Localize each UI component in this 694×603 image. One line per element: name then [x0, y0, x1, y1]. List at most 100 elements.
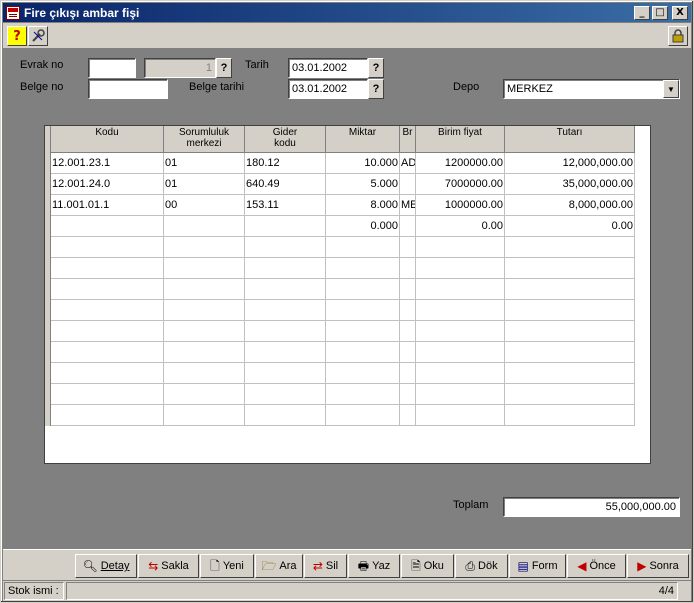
grid-cell-birim[interactable] — [416, 342, 505, 363]
belge-tarihi-lookup-button[interactable]: ? — [368, 79, 384, 99]
grid-cell-tutar[interactable] — [505, 258, 635, 279]
grid-cell-br[interactable] — [400, 363, 416, 384]
grid-cell-kodu[interactable] — [51, 279, 164, 300]
grid-cell-br[interactable]: AD — [400, 153, 416, 174]
tarih-lookup-button[interactable]: ? — [368, 58, 384, 78]
grid-cell-sorumluluk[interactable] — [164, 258, 245, 279]
once-button[interactable]: ◀ Önce — [567, 554, 626, 578]
grid-cell-br[interactable]: ME — [400, 195, 416, 216]
grid-cell-birim[interactable] — [416, 279, 505, 300]
grid-cell-miktar[interactable] — [326, 279, 400, 300]
grid-cell-tutar[interactable] — [505, 384, 635, 405]
form-button[interactable]: ▤ Form — [509, 554, 566, 578]
grid-cell-birim[interactable] — [416, 405, 505, 426]
grid-cell-sorumluluk[interactable]: 01 — [164, 153, 245, 174]
grid-cell-sorumluluk[interactable]: 01 — [164, 174, 245, 195]
grid-cell-birim[interactable] — [416, 321, 505, 342]
evrak-no-field[interactable] — [88, 58, 136, 78]
grid-cell-tutar[interactable] — [505, 342, 635, 363]
sakla-button[interactable]: ⇆ Sakla — [138, 554, 199, 578]
grid-cell-kodu[interactable]: 12.001.23.1 — [51, 153, 164, 174]
grid-cell-br[interactable] — [400, 384, 416, 405]
grid-cell-gider[interactable] — [245, 300, 326, 321]
grid-cell-kodu[interactable] — [51, 300, 164, 321]
grid-cell-br[interactable] — [400, 174, 416, 195]
grid-cell-gider[interactable] — [245, 384, 326, 405]
grid-cell-birim[interactable] — [416, 258, 505, 279]
grid-cell-sorumluluk[interactable] — [164, 363, 245, 384]
oku-button[interactable]: 🗎 Oku — [401, 554, 454, 578]
lock-button[interactable] — [668, 26, 688, 46]
help-button[interactable]: ? — [7, 26, 27, 46]
grid-cell-br[interactable] — [400, 279, 416, 300]
grid-cell-br[interactable] — [400, 342, 416, 363]
grid-cell-miktar[interactable]: 0.000 — [326, 216, 400, 237]
grid-cell-gider[interactable] — [245, 342, 326, 363]
grid-cell-kodu[interactable] — [51, 342, 164, 363]
grid-cell-birim[interactable] — [416, 237, 505, 258]
grid-cell-gider[interactable] — [245, 405, 326, 426]
ara-button[interactable]: 🗁 Ara — [255, 554, 303, 578]
grid-cell-gider[interactable] — [245, 279, 326, 300]
sonra-button[interactable]: ▶ Sonra — [627, 554, 689, 578]
grid-cell-br[interactable] — [400, 258, 416, 279]
grid-cell-kodu[interactable] — [51, 216, 164, 237]
grid-cell-miktar[interactable]: 5.000 — [326, 174, 400, 195]
grid-cell-sorumluluk[interactable] — [164, 216, 245, 237]
dok-button[interactable]: ⎙ Dök — [455, 554, 508, 578]
col-header-tutari[interactable]: Tutarı — [505, 126, 635, 153]
grid-cell-sorumluluk[interactable] — [164, 279, 245, 300]
tools-button[interactable] — [28, 26, 48, 46]
grid-cell-sorumluluk[interactable] — [164, 405, 245, 426]
col-header-gider[interactable]: Gider kodu — [245, 126, 326, 153]
grid-cell-birim[interactable] — [416, 363, 505, 384]
grid-cell-gider[interactable] — [245, 258, 326, 279]
grid-cell-sorumluluk[interactable] — [164, 237, 245, 258]
grid-cell-tutar[interactable] — [505, 237, 635, 258]
grid-cell-kodu[interactable]: 11.001.01.1 — [51, 195, 164, 216]
grid-cell-miktar[interactable] — [326, 363, 400, 384]
col-header-miktar[interactable]: Miktar — [326, 126, 400, 153]
col-header-sorumluluk[interactable]: Sorumluluk merkezi — [164, 126, 245, 153]
sil-button[interactable]: ⇄ Sil — [304, 554, 347, 578]
grid-cell-sorumluluk[interactable]: 00 — [164, 195, 245, 216]
grid-cell-kodu[interactable]: 12.001.24.0 — [51, 174, 164, 195]
grid-cell-gider[interactable] — [245, 321, 326, 342]
grid-cell-birim[interactable]: 1200000.00 — [416, 153, 505, 174]
grid-cell-kodu[interactable] — [51, 258, 164, 279]
grid-cell-tutar[interactable] — [505, 321, 635, 342]
grid-cell-tutar[interactable] — [505, 363, 635, 384]
yeni-button[interactable]: 🗋 Yeni — [200, 554, 254, 578]
grid-cell-sorumluluk[interactable] — [164, 300, 245, 321]
grid-cell-kodu[interactable] — [51, 405, 164, 426]
grid-cell-gider[interactable]: 180.12 — [245, 153, 326, 174]
grid-cell-br[interactable] — [400, 321, 416, 342]
grid-cell-birim[interactable]: 0.00 — [416, 216, 505, 237]
evrak-lookup-button[interactable]: ? — [216, 58, 232, 78]
grid-cell-birim[interactable] — [416, 300, 505, 321]
grid-cell-miktar[interactable] — [326, 300, 400, 321]
grid-cell-birim[interactable]: 1000000.00 — [416, 195, 505, 216]
grid-cell-gider[interactable] — [245, 237, 326, 258]
col-header-br[interactable]: Br — [400, 126, 416, 153]
grid-cell-miktar[interactable]: 8.000 — [326, 195, 400, 216]
grid-cell-kodu[interactable] — [51, 384, 164, 405]
grid-cell-sorumluluk[interactable] — [164, 384, 245, 405]
grid-cell-miktar[interactable] — [326, 258, 400, 279]
grid-cell-br[interactable] — [400, 405, 416, 426]
grid-cell-gider[interactable]: 153.11 — [245, 195, 326, 216]
maximize-button[interactable]: □ — [652, 5, 668, 20]
grid-cell-gider[interactable]: 640.49 — [245, 174, 326, 195]
grid-cell-br[interactable] — [400, 237, 416, 258]
yaz-button[interactable]: 🖶 Yaz — [348, 554, 400, 578]
grid-cell-tutar[interactable]: 8,000,000.00 — [505, 195, 635, 216]
grid-cell-miktar[interactable] — [326, 237, 400, 258]
grid-cell-gider[interactable] — [245, 363, 326, 384]
belge-tarihi-field[interactable]: 03.01.2002 — [288, 79, 368, 99]
grid-cell-tutar[interactable]: 35,000,000.00 — [505, 174, 635, 195]
grid-cell-miktar[interactable] — [326, 384, 400, 405]
grid-cell-birim[interactable] — [416, 384, 505, 405]
grid-cell-miktar[interactable] — [326, 342, 400, 363]
grid-cell-tutar[interactable] — [505, 279, 635, 300]
grid-cell-kodu[interactable] — [51, 237, 164, 258]
